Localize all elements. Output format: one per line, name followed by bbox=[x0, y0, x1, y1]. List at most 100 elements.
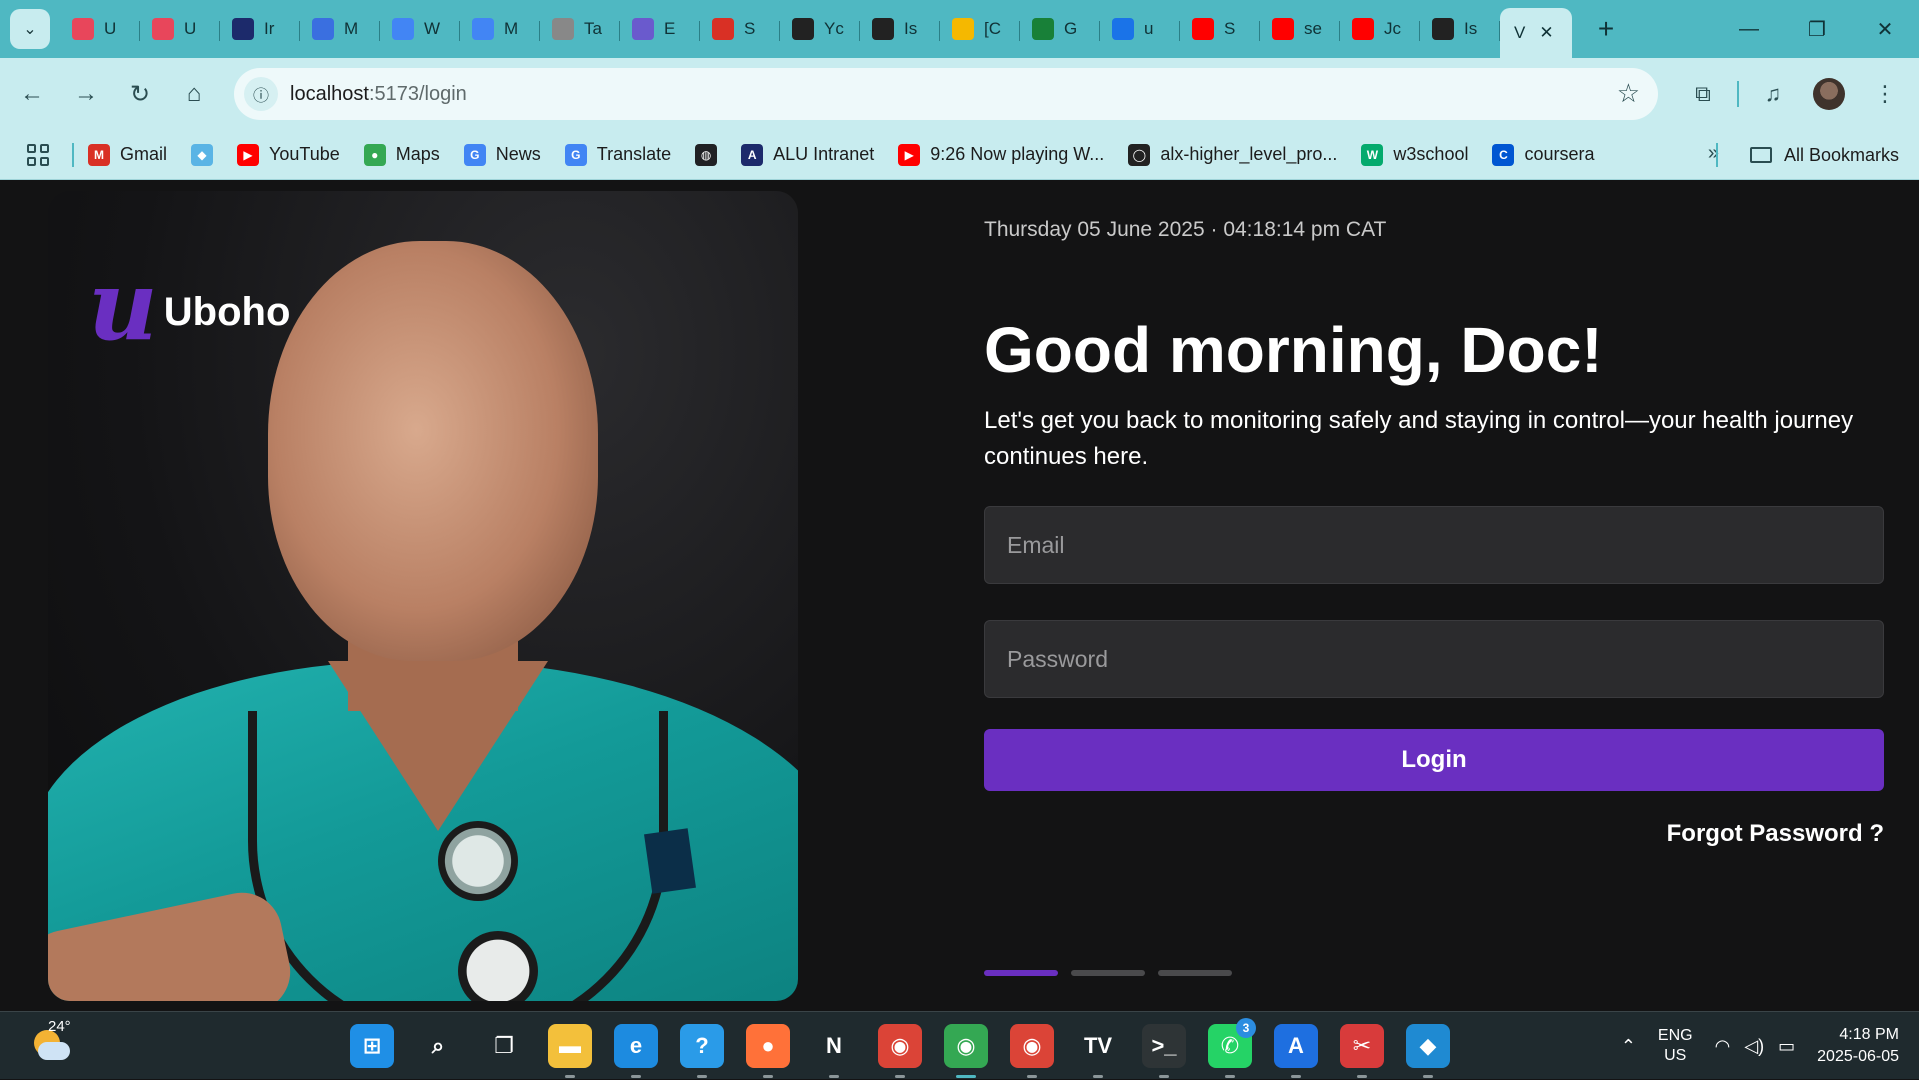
carousel-dot-active[interactable] bbox=[984, 970, 1058, 976]
file-explorer-icon[interactable]: ▬ bbox=[548, 1024, 592, 1078]
snipping-tool-icon[interactable]: ✂ bbox=[1340, 1024, 1384, 1078]
tab[interactable]: Ta bbox=[540, 7, 620, 51]
firefox-icon[interactable]: ● bbox=[746, 1024, 790, 1078]
forgot-password-link[interactable]: Forgot Password ? bbox=[1667, 820, 1884, 848]
carousel-dot[interactable] bbox=[1071, 970, 1145, 976]
weather-widget[interactable]: 24° bbox=[28, 1018, 80, 1072]
bookmark-item[interactable]: G Translate bbox=[564, 143, 671, 166]
bookmark-item[interactable]: ▶ 9:26 Now playing W... bbox=[898, 143, 1104, 166]
tab[interactable]: u bbox=[1100, 7, 1180, 51]
tab[interactable]: Is bbox=[860, 7, 940, 51]
home-button[interactable]: ⌂ bbox=[172, 72, 216, 116]
email-field[interactable] bbox=[984, 506, 1884, 584]
tab[interactable]: E bbox=[620, 7, 700, 51]
password-field[interactable] bbox=[984, 620, 1884, 698]
tray-icons[interactable]: ◠ ◁) ▭ bbox=[1715, 1036, 1796, 1057]
window-controls: — ❐ ✕ bbox=[1715, 0, 1919, 58]
tab[interactable]: Ir bbox=[220, 7, 300, 51]
running-indicator bbox=[1423, 1075, 1433, 1078]
back-button[interactable]: ← bbox=[10, 72, 54, 116]
bookmark-item[interactable]: ● Maps bbox=[363, 143, 440, 166]
tab[interactable]: U bbox=[60, 7, 140, 51]
tradingview-icon[interactable]: TV bbox=[1076, 1024, 1120, 1078]
stethoscope-chestpiece bbox=[438, 821, 518, 901]
tab[interactable]: [C bbox=[940, 7, 1020, 51]
minimize-button[interactable]: — bbox=[1715, 0, 1783, 58]
page-title: Good morning, Doc! bbox=[984, 314, 1603, 386]
tab-favicon-icon bbox=[152, 18, 174, 40]
maps-pin-icon: ● bbox=[363, 143, 386, 166]
tab[interactable]: M bbox=[460, 7, 540, 51]
chrome-icon[interactable]: ◉ bbox=[878, 1024, 922, 1078]
bookmark-item[interactable]: Ww3school bbox=[1361, 143, 1468, 166]
chevron-up-icon[interactable]: ⌃ bbox=[1621, 1036, 1636, 1057]
whatsapp-icon[interactable]: ✆ 3 bbox=[1208, 1018, 1256, 1078]
bookmark-star-icon[interactable]: ☆ bbox=[1617, 78, 1640, 109]
bookmark-item[interactable]: ◯ alx-higher_level_pro... bbox=[1128, 143, 1337, 166]
vscode-icon[interactable]: ◆ bbox=[1406, 1024, 1450, 1078]
bookmark-item[interactable]: G News bbox=[463, 143, 541, 166]
tab[interactable]: M bbox=[300, 7, 380, 51]
edge-icon[interactable]: e bbox=[614, 1024, 658, 1078]
app-glyph: A bbox=[1288, 1033, 1304, 1058]
tab[interactable]: Is bbox=[1420, 7, 1500, 51]
current-datetime: Thursday 05 June 2025 · 04:18:14 pm CAT bbox=[984, 218, 1387, 241]
media-control-icon[interactable]: ♫ bbox=[1751, 72, 1795, 116]
youtube-icon: ▶ bbox=[237, 143, 260, 166]
extensions-icon[interactable]: ⧉ bbox=[1681, 72, 1725, 116]
tab-favicon-icon bbox=[792, 18, 814, 40]
chrome-active-icon[interactable]: ◉ bbox=[944, 1024, 988, 1078]
tab-search-button[interactable]: ⌄ bbox=[10, 9, 50, 49]
close-window-button[interactable]: ✕ bbox=[1851, 0, 1919, 58]
app-store-icon[interactable]: A bbox=[1274, 1024, 1318, 1078]
all-bookmarks-button[interactable]: All Bookmarks bbox=[1715, 130, 1899, 180]
tab[interactable]: G bbox=[1020, 7, 1100, 51]
windows-start-icon[interactable]: ⊞ bbox=[350, 1024, 394, 1068]
tab-favicon-icon bbox=[472, 18, 494, 40]
tab-title: V bbox=[1514, 23, 1526, 42]
bookmark-item[interactable]: ▶ YouTube bbox=[237, 143, 340, 166]
language-indicator[interactable]: ENG US bbox=[1658, 1026, 1693, 1066]
running-indicator bbox=[956, 1075, 976, 1078]
tab[interactable]: W bbox=[380, 7, 460, 51]
menu-icon[interactable]: ⋮ bbox=[1863, 72, 1907, 116]
bookmark-item[interactable]: ◍ bbox=[695, 143, 718, 166]
apps-grid-icon[interactable] bbox=[20, 137, 56, 173]
new-tab-button[interactable]: + bbox=[1586, 9, 1626, 49]
forward-button[interactable]: → bbox=[64, 72, 108, 116]
close-icon[interactable]: ✕ bbox=[1539, 23, 1553, 43]
tab[interactable]: se bbox=[1260, 7, 1340, 51]
search-icon[interactable]: ⌕ bbox=[416, 1024, 460, 1068]
cube-icon: ◆ bbox=[191, 143, 214, 166]
tab[interactable]: S bbox=[700, 7, 780, 51]
bookmark-item[interactable]: M Gmail bbox=[88, 143, 167, 166]
tab-title: U bbox=[184, 19, 197, 38]
login-button[interactable]: Login bbox=[984, 729, 1884, 791]
bookmark-item[interactable]: ◆ bbox=[191, 143, 214, 166]
bookmark-item[interactable]: A ALU Intranet bbox=[741, 143, 874, 166]
bookmark-item[interactable]: Ccoursera bbox=[1492, 143, 1595, 166]
system-clock[interactable]: 4:18 PM 2025-06-05 bbox=[1817, 1024, 1899, 1068]
chevron-down-icon: ⌄ bbox=[23, 21, 37, 38]
tab[interactable]: Yc bbox=[780, 7, 860, 51]
chrome-profile-icon[interactable]: ◉ bbox=[1010, 1024, 1054, 1078]
reload-button[interactable]: ↻ bbox=[118, 72, 162, 116]
tab-favicon-icon bbox=[392, 18, 414, 40]
profile-button[interactable] bbox=[1807, 72, 1851, 116]
address-bar[interactable]: ⓘ localhost:5173/login ☆ bbox=[234, 68, 1658, 120]
restore-button[interactable]: ❐ bbox=[1783, 0, 1851, 58]
tab-title: U bbox=[104, 19, 117, 38]
app-glyph: ⌕ bbox=[431, 1033, 445, 1058]
url-text[interactable]: localhost:5173/login bbox=[290, 83, 467, 106]
tab[interactable]: S bbox=[1180, 7, 1260, 51]
site-info-icon[interactable]: ⓘ bbox=[244, 77, 278, 111]
help-icon[interactable]: ? bbox=[680, 1024, 724, 1078]
carousel-dot[interactable] bbox=[1158, 970, 1232, 976]
terminal-icon[interactable]: >_ bbox=[1142, 1024, 1186, 1078]
tab[interactable]: U bbox=[140, 7, 220, 51]
task-view-icon[interactable]: ❐ bbox=[482, 1024, 526, 1068]
carousel-indicators bbox=[984, 970, 1232, 976]
netflix-icon[interactable]: N bbox=[812, 1024, 856, 1078]
tab-active[interactable]: V ✕ bbox=[1500, 8, 1572, 58]
tab[interactable]: Jc bbox=[1340, 7, 1420, 51]
